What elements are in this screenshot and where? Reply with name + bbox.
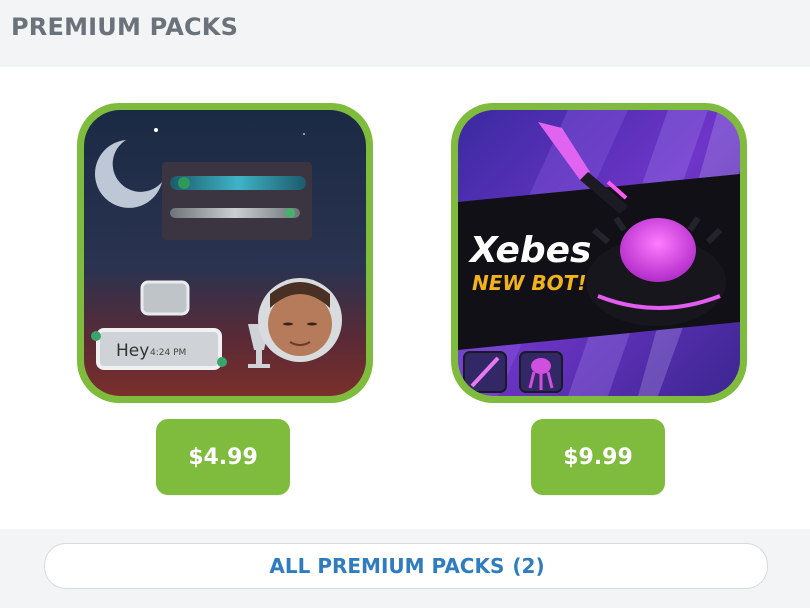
all-packs-count: (2) — [512, 554, 545, 578]
section-header: PREMIUM PACKS — [0, 0, 810, 66]
bot-subtitle: NEW BOT! — [472, 271, 586, 295]
pack-card-2[interactable]: Xebes NEW BOT! — [451, 103, 747, 403]
bot-title: Xebes — [468, 230, 591, 271]
pack-1-image: Hey 4:24 PM — [84, 110, 366, 396]
all-premium-packs-button[interactable]: ALL PREMIUM PACKS (2) — [44, 543, 768, 589]
chat-text: Hey — [116, 341, 149, 361]
pack-card-1[interactable]: Hey 4:24 PM — [77, 103, 373, 403]
all-packs-label: ALL PREMIUM PACKS — [269, 554, 505, 578]
packs-container: Hey 4:24 PM $4.99 Xebes NEW BOT! $9.99 — [0, 67, 810, 529]
price-button-2[interactable]: $9.99 — [531, 419, 665, 495]
pack-2-image: Xebes NEW BOT! — [458, 110, 740, 396]
section-title: PREMIUM PACKS — [11, 13, 239, 41]
price-button-1[interactable]: $4.99 — [156, 419, 290, 495]
chat-time: 4:24 PM — [150, 348, 186, 358]
